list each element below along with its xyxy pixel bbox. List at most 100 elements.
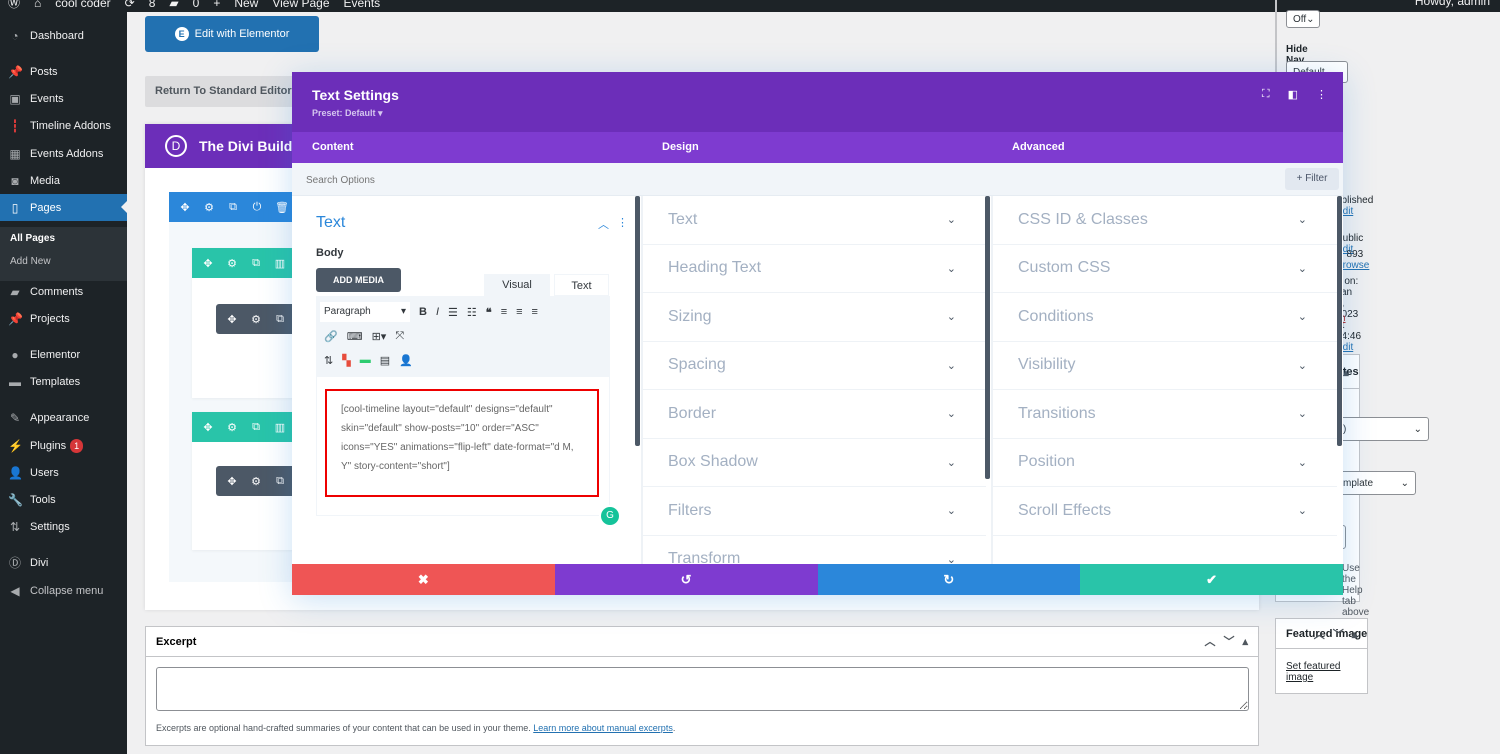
toggle-panel-icon[interactable]: ▴ [1242,627,1248,657]
bullet-list-icon[interactable]: ☰ [448,306,458,319]
events-link[interactable]: Events [344,0,381,10]
blockquote-icon[interactable]: ❝ [486,306,492,319]
numbered-list-icon[interactable]: ☷ [467,306,477,319]
move-icon[interactable]: ✥ [226,475,238,488]
design-group-transform[interactable]: Transform ⌄ [643,536,986,564]
split-view-icon[interactable]: ◧ [1288,88,1298,101]
undo-button[interactable]: ↺ [554,564,818,595]
align-right-icon[interactable]: ≡ [532,306,538,318]
gear-icon[interactable]: ⚙ [226,257,238,270]
gear-icon[interactable]: ⚙ [250,313,262,326]
redo-button[interactable]: ↻ [817,564,1081,595]
new-link[interactable]: New [234,0,258,10]
design-group-sizing[interactable]: Sizing ⌄ [643,293,986,342]
advanced-group-visibility[interactable]: Visibility ⌄ [993,342,1337,390]
link-icon[interactable]: 🔗 [324,330,338,343]
design-group-border[interactable]: Border ⌄ [643,390,986,439]
move-up-icon[interactable]: ︿ [1204,627,1215,657]
fullscreen-editor-icon[interactable]: ⤧ [395,330,404,343]
move-icon[interactable]: ✥ [226,313,238,326]
more-options-icon[interactable]: ⋮ [1316,88,1327,101]
duplicate-icon[interactable]: ⧉ [274,313,286,326]
submenu-add-new[interactable]: Add New [10,256,51,267]
sidebar-item-media[interactable]: ◙ Media [0,167,127,194]
sidebar-item-events-addons[interactable]: ▦ Events Addons [0,140,127,167]
advanced-group-conditions[interactable]: Conditions ⌄ [993,293,1337,342]
sidebar-item-timeline-addons[interactable]: ┇ Timeline Addons [0,112,127,139]
shortcode-icon[interactable]: ⇅ [324,354,333,367]
duplicate-icon[interactable]: ⧉ [274,475,286,488]
tab-content[interactable]: Content [292,132,642,163]
save-button[interactable]: ✔ [1080,564,1343,595]
sidebar-item-settings[interactable]: ⇅ Settings [0,513,127,540]
submenu-all-pages[interactable]: All Pages [10,233,55,244]
sidebar-item-comments[interactable]: ▰ Comments [0,278,127,305]
updates-icon[interactable]: ⟳ [125,0,135,10]
move-down-icon[interactable]: ﹀ [1333,626,1344,642]
gear-icon[interactable]: ⚙ [226,421,238,434]
gear-icon[interactable]: ⚙ [203,201,215,214]
person-icon[interactable]: 👤 [399,354,413,367]
sidebar-item-appearance[interactable]: ✎ Appearance [0,404,127,431]
sidebar-item-projects[interactable]: 📌 Projects [0,305,127,332]
sidebar-item-users[interactable]: 👤 Users [0,459,127,486]
move-down-icon[interactable]: ﹀ [1223,627,1234,657]
trash-icon[interactable]: 🗑 [275,201,289,214]
keyboard-icon[interactable]: ⌨ [347,330,363,343]
text-group-title[interactable]: Text [316,214,345,232]
move-icon[interactable]: ✥ [179,201,191,214]
cancel-button[interactable]: ✖ [292,564,555,595]
format-select[interactable]: Paragraph ▾ [320,302,410,322]
collapse-menu-button[interactable]: ◀ Collapse menu [0,577,127,604]
move-icon[interactable]: ✥ [202,257,214,270]
align-left-icon[interactable]: ≡ [501,306,507,318]
save-icon[interactable]: ⏻ [251,201,263,214]
align-center-icon[interactable]: ≡ [516,306,522,318]
italic-icon[interactable]: I [436,306,439,318]
advanced-scrollbar[interactable] [1337,196,1342,446]
advanced-group-position[interactable]: Position ⌄ [993,439,1337,487]
toggle-panel-icon[interactable]: ▴ [1352,628,1358,641]
advanced-group-transitions[interactable]: Transitions ⌄ [993,390,1337,439]
gear-icon[interactable]: ⚙ [250,475,262,488]
content-scrollbar[interactable] [635,196,640,446]
parent-select[interactable]: ) ⌄ [1336,417,1429,441]
design-group-text[interactable]: Text ⌄ [643,196,986,245]
add-media-button[interactable]: ADD MEDIA [316,268,401,292]
fullscreen-icon[interactable]: ⛶ [1262,88,1270,101]
sidebar-item-pages[interactable]: ▯ Pages [0,194,127,221]
table-icon[interactable]: ⊞▾ [372,330,387,343]
tab-advanced[interactable]: Advanced [992,132,1342,163]
grid-blocks-icon[interactable]: ▚ [342,354,350,367]
site-name-link[interactable]: cool coder [55,0,110,10]
columns-icon[interactable]: ▥ [274,257,286,270]
template-select[interactable]: mplate ⌄ [1336,471,1416,495]
design-group-heading-text[interactable]: Heading Text ⌄ [643,245,986,293]
search-options-input[interactable] [306,170,706,190]
sidebar-item-plugins[interactable]: ⚡ Plugins 1 [0,432,127,459]
duplicate-icon[interactable]: ⧉ [250,421,262,434]
return-to-standard-editor-button[interactable]: Return To Standard Editor [145,76,305,107]
filter-button[interactable]: + Filter [1285,168,1339,190]
excerpt-learn-more-link[interactable]: Learn more about manual excerpts [533,723,673,733]
design-group-filters[interactable]: Filters ⌄ [643,487,986,536]
columns-icon[interactable]: ▥ [274,421,286,434]
tab-design[interactable]: Design [642,132,992,163]
account-greeting[interactable]: Howdy, admin [1415,0,1490,8]
sidebar-item-posts[interactable]: 📌 Posts [0,58,127,85]
preset-dropdown[interactable]: Preset: Default ▾ [312,108,383,119]
edit-with-elementor-button[interactable]: E Edit with Elementor [145,16,319,52]
sidebar-item-templates[interactable]: ▬ Templates [0,368,127,395]
view-page-link[interactable]: View Page [272,0,329,10]
move-up-icon[interactable]: ︿ [1314,626,1325,642]
set-featured-image-link[interactable]: Set featured image [1286,661,1367,683]
advanced-group-custom-css[interactable]: Custom CSS ⌄ [993,245,1337,293]
chevron-up-icon[interactable]: ︿ [598,216,609,232]
design-group-spacing[interactable]: Spacing ⌄ [643,342,986,390]
excerpt-textarea[interactable] [156,667,1249,711]
duplicate-icon[interactable]: ⧉ [227,201,239,214]
grammarly-icon[interactable]: G [601,507,619,525]
sidebar-item-dashboard[interactable]: ◔ Dashboard [0,22,127,49]
nav-select[interactable]: Off ⌄ [1286,10,1320,28]
bold-icon[interactable]: B [419,306,427,318]
